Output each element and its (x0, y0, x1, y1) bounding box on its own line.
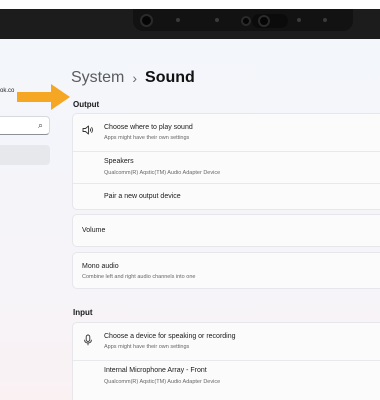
sensor-dot (323, 18, 327, 22)
camera-lens-icon (140, 14, 153, 27)
breadcrumb-system[interactable]: System (71, 69, 124, 87)
camera-sensor-icon (241, 16, 251, 26)
search-icon[interactable]: ⌕ (38, 120, 43, 131)
output-device-speakers[interactable]: Speakers Qualcomm(R) Aqstic(TM) Audio Ad… (73, 151, 380, 183)
mono-audio-subtitle: Combine left and right audio channels in… (82, 274, 196, 280)
input-device-card: Choose a device for speaking or recordin… (72, 322, 380, 400)
page-title: Sound (145, 69, 195, 86)
pair-output-device-row[interactable]: Pair a new output device (73, 183, 380, 210)
speaker-icon (82, 125, 93, 135)
choose-output-row[interactable]: Choose where to play sound Apps might ha… (73, 114, 380, 151)
input-device-name: Internal Microphone Array - Front (104, 367, 207, 374)
pair-output-device-label: Pair a new output device (104, 193, 181, 200)
breadcrumb: System › Sound (71, 69, 195, 87)
choose-output-subtitle: Apps might have their own settings (104, 135, 190, 141)
sensor-dot (176, 18, 180, 22)
volume-card: Volume (72, 214, 380, 247)
output-device-name: Speakers (104, 158, 134, 165)
choose-input-title: Choose a device for speaking or recordin… (104, 333, 236, 340)
output-device-card: Choose where to play sound Apps might ha… (72, 113, 380, 210)
choose-input-subtitle: Apps might have their own settings (104, 344, 190, 350)
volume-label: Volume (82, 227, 106, 234)
choose-output-title: Choose where to play sound (104, 124, 193, 131)
account-email: ok.co (0, 88, 15, 94)
mono-audio-title: Mono audio (82, 263, 119, 270)
mono-audio-card[interactable]: Mono audio Combine left and right audio … (72, 252, 380, 289)
input-section-label: Input (73, 308, 93, 317)
settings-window: ok.co ⌕ System › Sound Output Choose whe… (0, 39, 380, 400)
microphone-icon (84, 334, 92, 346)
camera-lens-icon (258, 15, 270, 27)
output-section-label: Output (73, 100, 100, 109)
orange-arrow-icon (17, 84, 70, 110)
sidebar-item-system[interactable] (0, 145, 50, 165)
sensor-dot (297, 18, 301, 22)
choose-input-row[interactable]: Choose a device for speaking or recordin… (73, 323, 380, 360)
output-device-description: Qualcomm(R) Aqstic(TM) Audio Adapter Dev… (104, 170, 221, 176)
sensor-dot (215, 18, 219, 22)
input-device-description: Qualcomm(R) Aqstic(TM) Audio Adapter Dev… (104, 379, 221, 385)
input-device-microphone[interactable]: Internal Microphone Array - Front Qualco… (73, 360, 380, 400)
search-input[interactable]: ⌕ (0, 116, 50, 135)
breadcrumb-chevron-icon: › (132, 70, 138, 86)
